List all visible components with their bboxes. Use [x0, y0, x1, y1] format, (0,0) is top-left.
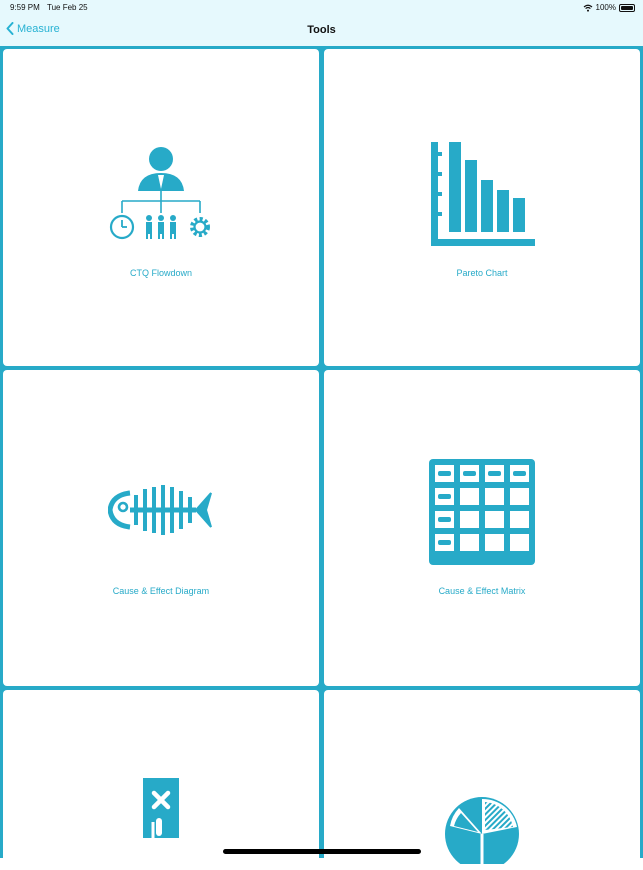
tool-pareto-chart[interactable]: Pareto Chart — [324, 49, 640, 366]
tool-label: Cause & Effect Diagram — [112, 586, 210, 596]
page-title: Tools — [307, 24, 336, 36]
tool-label: CTQ Flowdown — [129, 268, 192, 278]
tools-grid: CTQ Flowdown Pareto Chart Cause & Effect… — [0, 46, 643, 870]
battery-icon — [619, 3, 635, 12]
tool-cause-effect-diagram[interactable]: Cause & Effect Diagram — [3, 370, 319, 686]
pie-chart-icon — [445, 797, 519, 864]
tool-pie-chart[interactable] — [324, 690, 640, 870]
bar-chart-icon — [431, 142, 535, 246]
tool-mistake-proofing[interactable] — [3, 690, 319, 870]
status-time: 9:59 PM — [10, 3, 40, 12]
tool-cause-effect-matrix[interactable]: Cause & Effect Matrix — [324, 370, 640, 686]
tool-ctq-flowdown[interactable]: CTQ Flowdown — [3, 49, 319, 366]
status-right: 100% — [583, 3, 635, 12]
home-indicator[interactable] — [223, 849, 421, 854]
tool-label: Cause & Effect Matrix — [438, 586, 526, 596]
status-date: Tue Feb 25 — [47, 3, 88, 12]
battery-percent: 100% — [595, 3, 616, 12]
org-chart-icon — [109, 147, 210, 240]
wifi-icon — [583, 4, 592, 12]
fishbone-icon — [108, 485, 212, 535]
navigation-bar: Measure Tools — [0, 16, 643, 46]
matrix-icon — [429, 459, 535, 565]
mistake-proofing-icon — [143, 778, 179, 858]
status-bar: 9:59 PM Tue Feb 25 100% — [0, 0, 643, 16]
tool-label: Pareto Chart — [456, 268, 508, 278]
